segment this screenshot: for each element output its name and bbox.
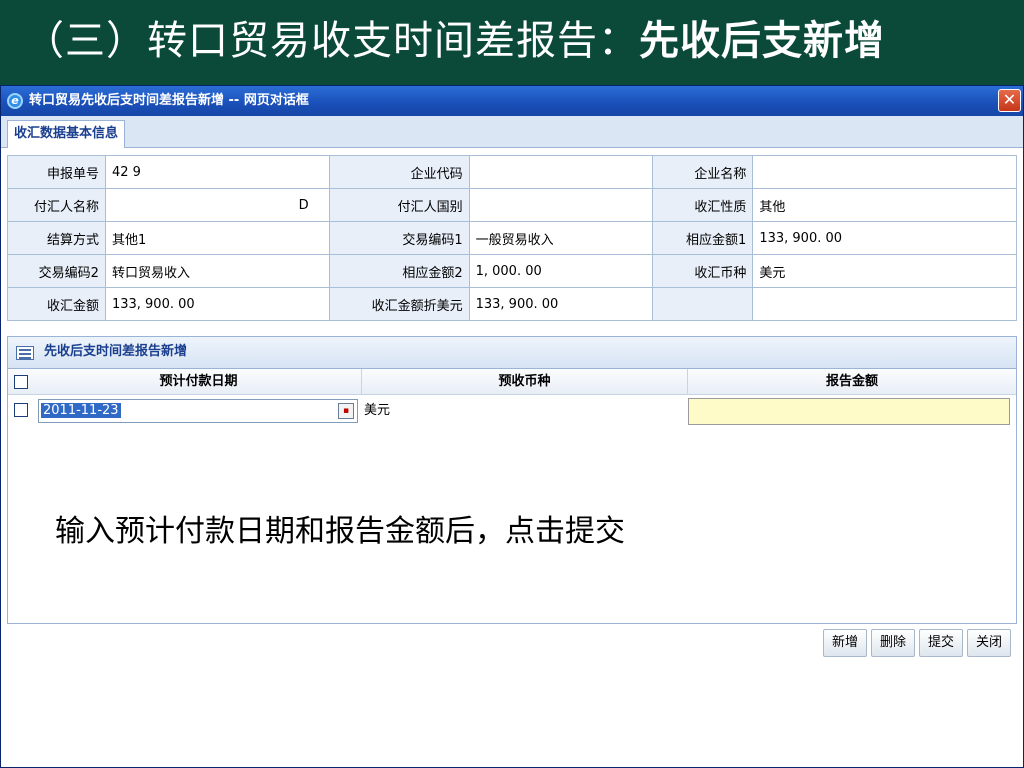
row-checkbox[interactable]: [14, 403, 28, 417]
field-value: 1, 000. 00: [468, 254, 654, 288]
info-row: 交易编码2 转口贸易收入 相应金额2 1, 000. 00 收汇币种 美元: [7, 254, 1017, 288]
form-icon: [16, 346, 34, 360]
field-value: [468, 188, 654, 222]
field-value: 转口贸易收入: [104, 254, 330, 288]
payment-date-value: 2011-11-23: [41, 403, 121, 418]
field-label: 企业名称: [652, 155, 754, 189]
field-value: [468, 155, 654, 189]
slide-title: （三）转口贸易收支时间差报告：先收后支新增: [0, 0, 1024, 82]
field-label: 申报单号: [7, 155, 106, 189]
dialog-titlebar[interactable]: e 转口贸易先收后支时间差报告新增 -- 网页对话框 ✕: [1, 86, 1023, 116]
field-value: 133, 900. 00: [752, 221, 1017, 255]
table-row: 2011-11-23 ▪ 美元: [8, 395, 1016, 427]
calendar-icon[interactable]: ▪: [338, 403, 354, 419]
info-row: 申报单号 42 9 企业代码 企业名称: [7, 155, 1017, 189]
field-value: 133, 900. 00: [104, 287, 330, 321]
add-button[interactable]: 新增: [822, 629, 867, 657]
field-value: 42 9: [104, 155, 330, 189]
delete-button[interactable]: 删除: [870, 629, 915, 657]
field-label: 结算方式: [7, 221, 106, 255]
close-window-button[interactable]: ✕: [998, 89, 1021, 112]
select-all-checkbox[interactable]: [14, 375, 28, 389]
column-header-date: 预计付款日期: [36, 369, 362, 395]
field-value: 其他: [752, 188, 1017, 222]
field-label: [652, 287, 754, 321]
report-panel-header: 先收后支时间差报告新增: [8, 337, 1016, 369]
field-label: 付汇人国别: [328, 188, 470, 222]
report-amount-input[interactable]: [688, 398, 1010, 425]
close-button[interactable]: 关闭: [966, 629, 1011, 657]
instruction-text: 输入预计付款日期和报告金额后，点击提交: [55, 514, 625, 549]
field-value: [752, 155, 1017, 189]
field-label: 收汇金额折美元: [328, 287, 470, 321]
column-header-currency: 预收币种: [362, 369, 688, 395]
field-label: 交易编码1: [328, 221, 470, 255]
tab-strip: 收汇数据基本信息: [1, 116, 1023, 148]
field-value: 133, 900. 00: [468, 287, 654, 321]
field-value: 美元: [752, 254, 1017, 288]
dialog-window: e 转口贸易先收后支时间差报告新增 -- 网页对话框 ✕ 收汇数据基本信息 申报…: [0, 85, 1024, 768]
field-label: 交易编码2: [7, 254, 106, 288]
field-label: 相应金额2: [328, 254, 470, 288]
field-label: 收汇币种: [652, 254, 754, 288]
submit-button[interactable]: 提交: [918, 629, 963, 657]
field-value: 一般贸易收入: [468, 221, 654, 255]
field-value: [752, 287, 1017, 321]
report-panel: 先收后支时间差报告新增 预计付款日期 预收币种 报告金额 2011-11-23 …: [7, 336, 1017, 624]
info-row: 付汇人名称 D 付汇人国别 收汇性质 其他: [7, 188, 1017, 222]
info-table: 申报单号 42 9 企业代码 企业名称 付汇人名称 D 付汇人国别 收汇性质 其…: [7, 155, 1017, 321]
button-bar: 新增 删除 提交 关闭: [819, 629, 1011, 659]
field-value: D: [104, 188, 330, 222]
payment-date-input[interactable]: 2011-11-23: [38, 399, 358, 423]
info-row: 收汇金额 133, 900. 00 收汇金额折美元 133, 900. 00: [7, 287, 1017, 321]
field-label: 相应金额1: [652, 221, 754, 255]
report-panel-title: 先收后支时间差报告新增: [44, 344, 188, 359]
tab-basic-info[interactable]: 收汇数据基本信息: [7, 120, 126, 148]
field-label: 企业代码: [328, 155, 470, 189]
column-header-amount: 报告金额: [825, 374, 878, 389]
field-label: 收汇性质: [652, 188, 754, 222]
info-row: 结算方式 其他1 交易编码1 一般贸易收入 相应金额1 133, 900. 00: [7, 221, 1017, 255]
dialog-title: 转口贸易先收后支时间差报告新增 -- 网页对话框: [29, 93, 309, 108]
currency-value: 美元: [364, 403, 391, 418]
slide-title-bold: 先收后支新增: [639, 18, 885, 64]
field-label: 付汇人名称: [7, 188, 106, 222]
ie-icon: e: [7, 93, 23, 109]
field-label: 收汇金额: [7, 287, 106, 321]
grid-header: 预计付款日期 预收币种 报告金额: [8, 369, 1016, 395]
field-value: 其他1: [104, 221, 330, 255]
slide-title-prefix: （三）转口贸易收支时间差报告：: [24, 18, 639, 64]
